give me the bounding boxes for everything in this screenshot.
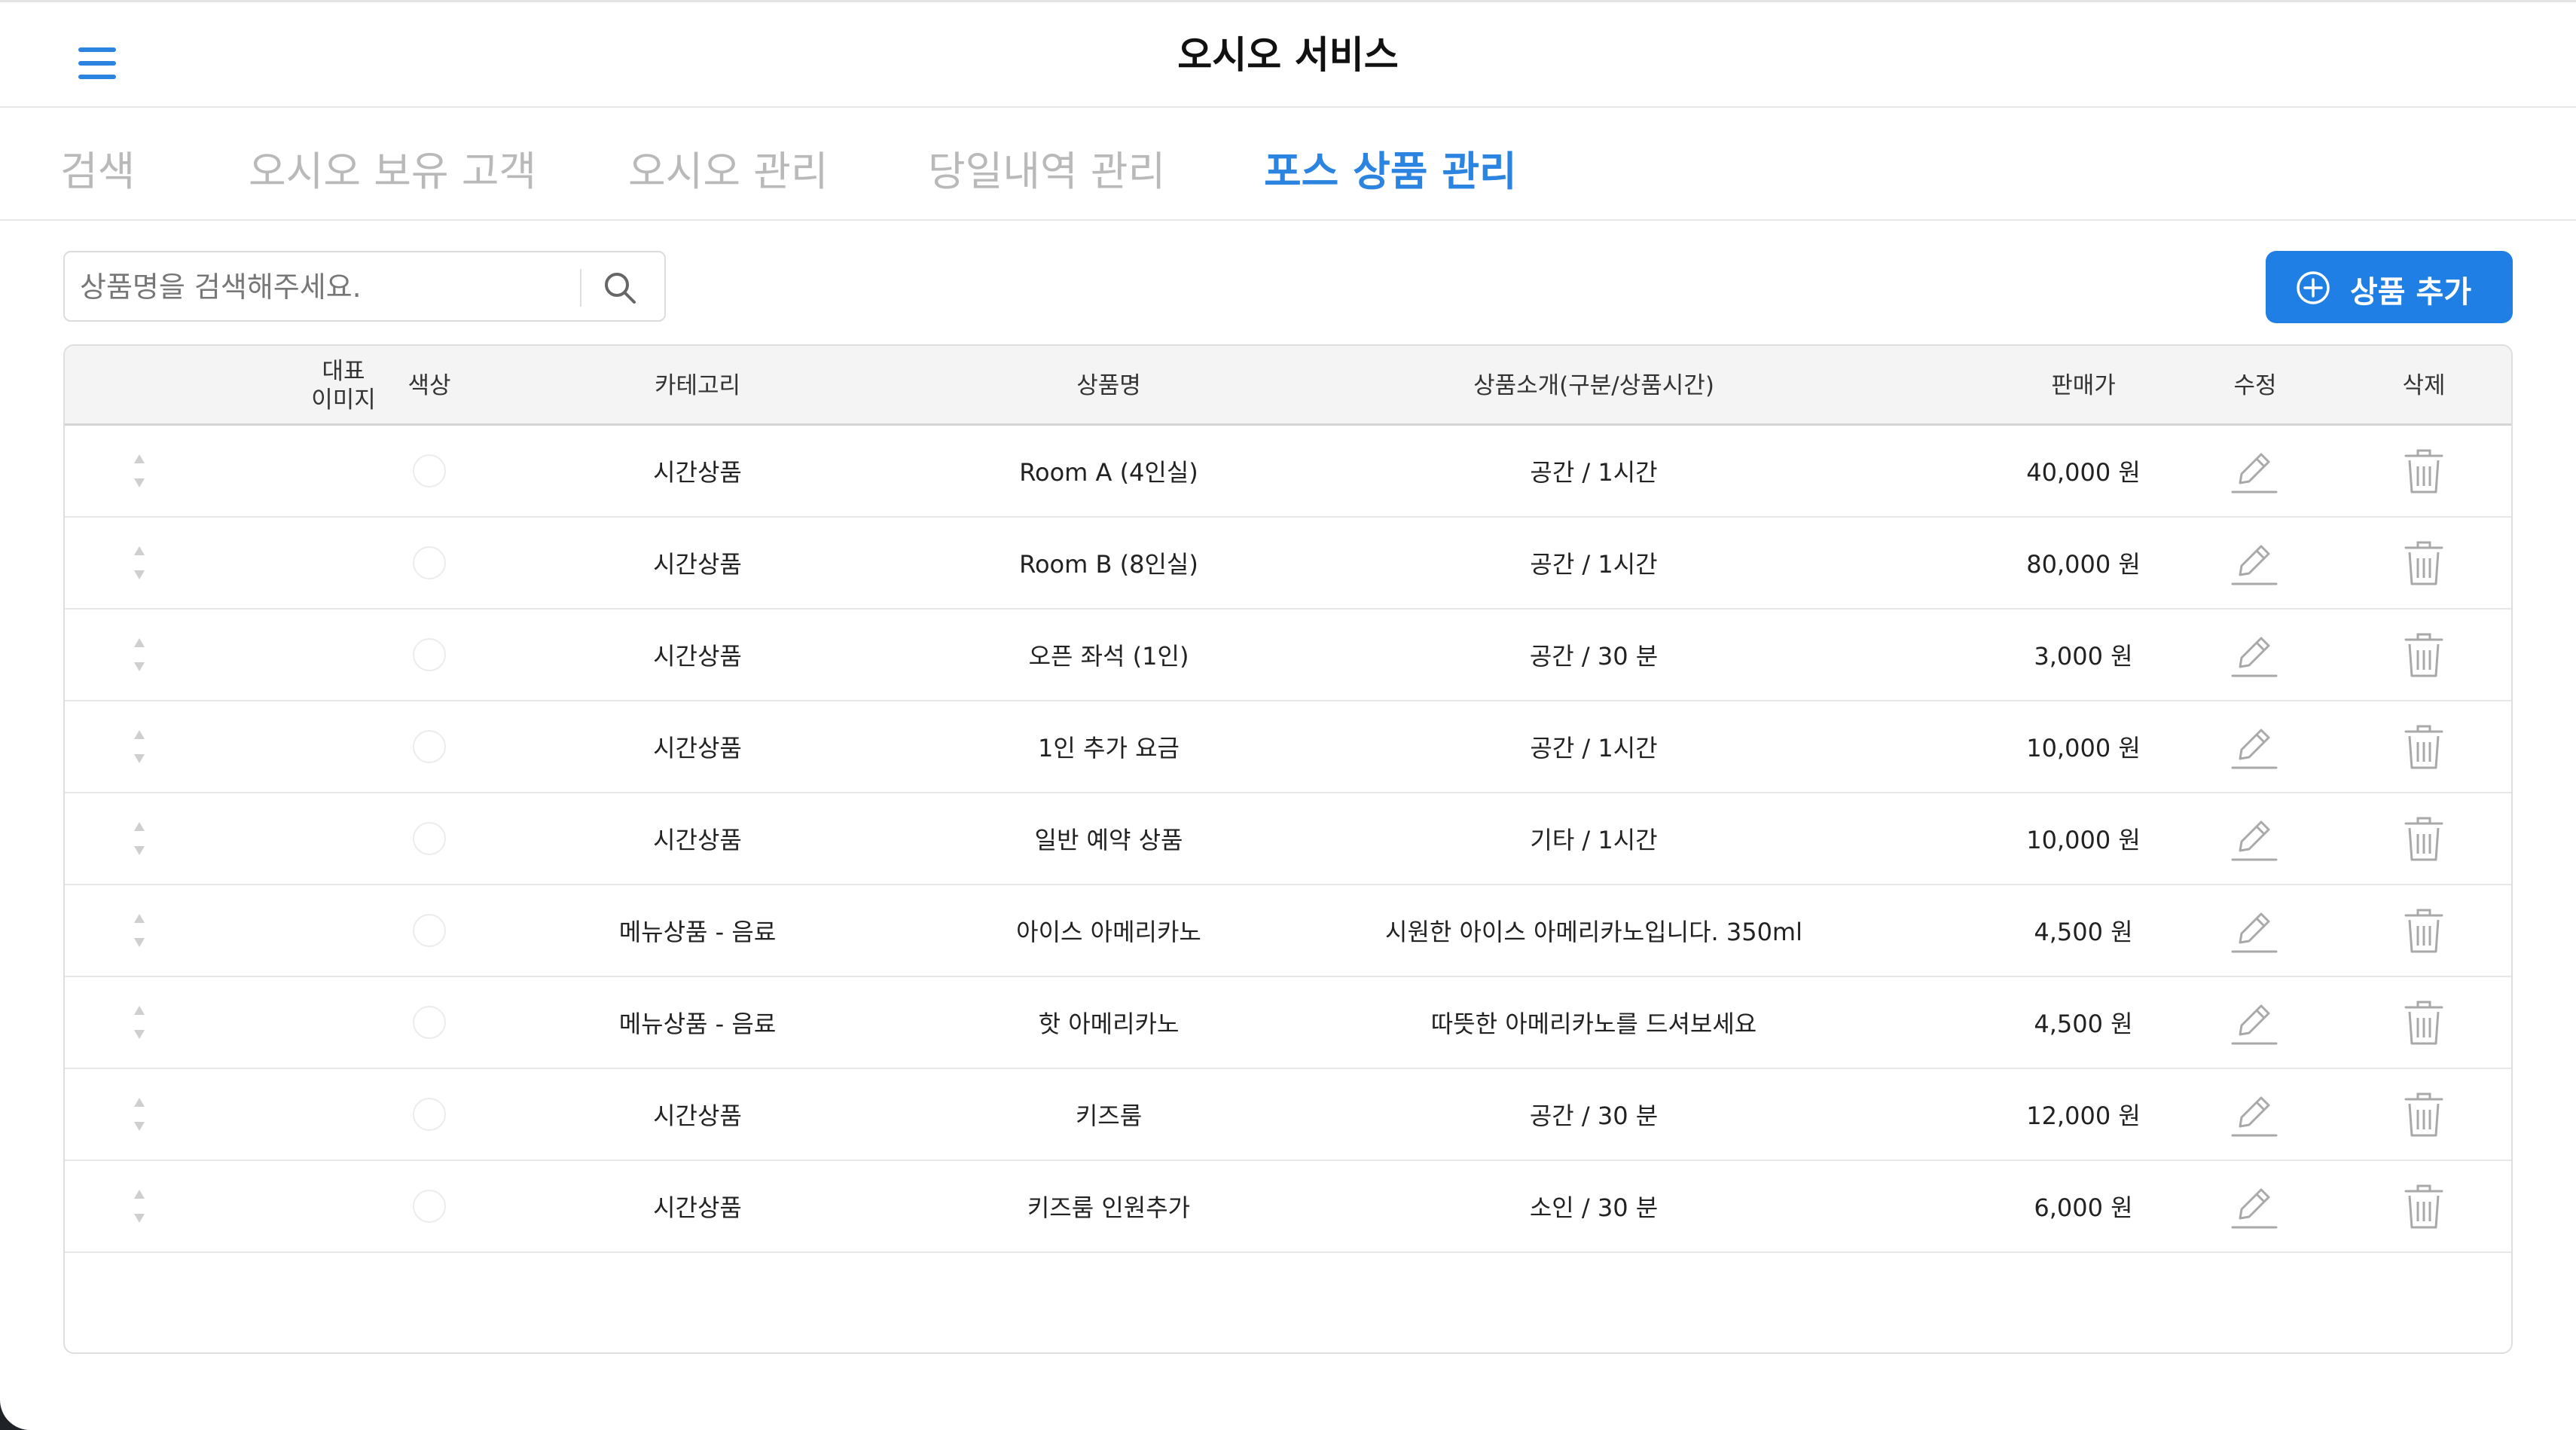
search-divider [580, 269, 581, 307]
drag-handle-icon[interactable] [128, 817, 151, 860]
edit-pencil-icon[interactable] [2230, 1184, 2279, 1230]
header-color: 색상 [407, 372, 451, 399]
header-edit: 수정 [2233, 372, 2277, 399]
header-product-intro: 상품소개(구분/상품시간) [1473, 372, 1714, 399]
color-swatch[interactable] [413, 914, 446, 947]
category-cell: 메뉴상품 - 음료 [618, 918, 777, 946]
category-cell: 메뉴상품 - 음료 [618, 1010, 777, 1038]
product-intro-cell: 공간 / 1시간 [1530, 550, 1658, 579]
header-delete: 삭제 [2402, 372, 2446, 399]
trash-icon[interactable] [2403, 447, 2445, 495]
product-table: 대표 이미지 색상 카테고리 상품명 상품소개(구분/상품시간) 판매가 수정 … [63, 344, 2513, 1354]
app-header: 오시오 서비스 [0, 2, 2576, 108]
color-swatch[interactable] [413, 546, 446, 579]
drag-handle-icon[interactable] [128, 1001, 151, 1043]
category-cell: 시간상품 [653, 642, 742, 671]
drag-handle-icon[interactable] [128, 909, 151, 952]
table-row: 시간상품 Room B (8인실) 공간 / 1시간 80,000 원 [65, 518, 2511, 610]
tab-pos-products[interactable]: 포스 상품 관리 [1264, 138, 1517, 197]
category-cell: 시간상품 [653, 734, 742, 762]
color-swatch[interactable] [413, 1190, 446, 1223]
color-swatch[interactable] [413, 822, 446, 855]
header-category: 카테고리 [654, 372, 741, 399]
category-cell: 시간상품 [653, 1193, 742, 1222]
category-cell: 시간상품 [653, 1102, 742, 1130]
category-cell: 시간상품 [653, 550, 742, 579]
product-intro-cell: 따뜻한 아메리카노를 드셔보세요 [1430, 1010, 1757, 1038]
edit-pencil-icon[interactable] [2230, 1092, 2279, 1138]
drag-handle-icon[interactable] [128, 450, 151, 492]
drag-handle-icon[interactable] [128, 542, 151, 584]
trash-icon[interactable] [2403, 539, 2445, 587]
table-row: 시간상품 1인 추가 요금 공간 / 1시간 10,000 원 [65, 701, 2511, 793]
tab-customers[interactable]: 오시오 보유 고객 [249, 138, 536, 197]
trash-icon[interactable] [2403, 631, 2445, 679]
add-product-label: 상품 추가 [2350, 275, 2472, 310]
color-swatch[interactable] [413, 1006, 446, 1039]
trash-icon[interactable] [2403, 1090, 2445, 1138]
table-header: 대표 이미지 색상 카테고리 상품명 상품소개(구분/상품시간) 판매가 수정 … [65, 346, 2511, 426]
table-row: 메뉴상품 - 음료 핫 아메리카노 따뜻한 아메리카노를 드셔보세요 4,500 원 [65, 977, 2511, 1069]
edit-pencil-icon[interactable] [2230, 908, 2279, 955]
drag-handle-icon[interactable] [128, 1185, 151, 1227]
edit-pencil-icon[interactable] [2230, 724, 2279, 771]
tab-bar: 검색 오시오 보유 고객 오시오 관리 당일내역 관리 포스 상품 관리 [0, 108, 2576, 221]
tab-daily-history[interactable]: 당일내역 관리 [928, 138, 1165, 197]
product-intro-cell: 공간 / 1시간 [1530, 458, 1658, 487]
table-row: 시간상품 키즈룸 공간 / 30 분 12,000 원 [65, 1069, 2511, 1161]
edit-pencil-icon[interactable] [2230, 448, 2279, 495]
tab-management[interactable]: 오시오 관리 [628, 138, 829, 197]
table-row: 시간상품 키즈룸 인원추가 소인 / 30 분 6,000 원 [65, 1161, 2511, 1253]
drag-handle-icon[interactable] [128, 634, 151, 676]
category-cell: 시간상품 [653, 458, 742, 487]
edit-pencil-icon[interactable] [2230, 1000, 2279, 1047]
trash-icon[interactable] [2403, 906, 2445, 955]
color-swatch[interactable] [413, 454, 446, 487]
table-row: 시간상품 오픈 좌석 (1인) 공간 / 30 분 3,000 원 [65, 610, 2511, 701]
color-swatch[interactable] [413, 638, 446, 671]
edit-pencil-icon[interactable] [2230, 540, 2279, 587]
plus-circle-icon [2297, 271, 2330, 304]
product-intro-cell: 기타 / 1시간 [1530, 826, 1658, 854]
category-cell: 시간상품 [653, 826, 742, 854]
search-icon[interactable] [600, 267, 642, 310]
table-row: 시간상품 일반 예약 상품 기타 / 1시간 10,000 원 [65, 793, 2511, 885]
app-title: 오시오 서비스 [1177, 33, 1399, 77]
product-intro-cell: 소인 / 30 분 [1529, 1193, 1659, 1222]
tab-search[interactable]: 검색 [60, 138, 135, 197]
trash-icon[interactable] [2403, 1182, 2445, 1230]
color-swatch[interactable] [413, 1098, 446, 1131]
product-search-box [63, 251, 666, 322]
product-search-input[interactable] [78, 260, 631, 314]
product-intro-cell: 공간 / 1시간 [1530, 734, 1658, 762]
product-intro-cell: 공간 / 30 분 [1529, 1102, 1659, 1130]
trash-icon[interactable] [2403, 723, 2445, 771]
edit-pencil-icon[interactable] [2230, 632, 2279, 679]
drag-handle-icon[interactable] [128, 1093, 151, 1135]
trash-icon[interactable] [2403, 998, 2445, 1047]
edit-pencil-icon[interactable] [2230, 816, 2279, 863]
app-window: 오시오 서비스 검색 오시오 보유 고객 오시오 관리 당일내역 관리 포스 상… [0, 0, 2576, 1430]
product-intro-cell: 공간 / 30 분 [1529, 642, 1659, 671]
trash-icon[interactable] [2403, 814, 2445, 863]
drag-handle-icon[interactable] [128, 726, 151, 768]
table-row: 메뉴상품 - 음료 아이스 아메리카노 시원한 아이스 아메리카노입니다. 350m… [65, 885, 2511, 977]
add-product-button[interactable]: 상품 추가 [2266, 251, 2513, 323]
table-row: 시간상품 Room A (4인실) 공간 / 1시간 40,000 원 [65, 426, 2511, 518]
color-swatch[interactable] [413, 730, 446, 763]
product-intro-cell: 시원한 아이스 아메리카노입니다. 350ml [1385, 918, 1802, 946]
